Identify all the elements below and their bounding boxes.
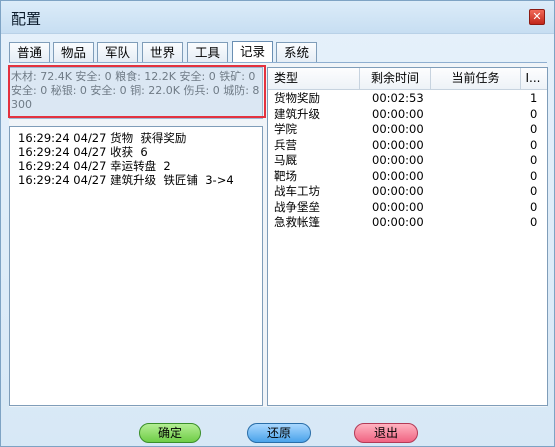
highlight-box bbox=[8, 65, 266, 118]
cell-time: 00:00:00 bbox=[372, 184, 424, 198]
tab-army[interactable]: 军队 bbox=[97, 42, 138, 62]
cell-type: 靶场 bbox=[274, 168, 297, 183]
ok-button[interactable]: 确定 bbox=[139, 423, 201, 443]
cell-count: 0 bbox=[530, 184, 538, 198]
title-bar: 配置 ✕ bbox=[1, 1, 554, 34]
cell-type: 兵营 bbox=[274, 137, 297, 152]
event-log[interactable]: 16:29:24 04/27 货物 获得奖励 16:29:24 04/27 收获… bbox=[9, 126, 263, 406]
table-body: 货物奖励 00:02:53 1 建筑升级 00:00:00 0 学院 00:00… bbox=[268, 90, 547, 230]
cell-time: 00:00:00 bbox=[372, 106, 424, 121]
config-window: 配置 ✕ 普通 物品 军队 世界 工具 记录 系统 木材: 72.4K 安全: … bbox=[0, 0, 555, 447]
task-table: 类型 剩余时间 当前任务 I... 货物奖励 00:02:53 1 建筑升级 0… bbox=[267, 67, 548, 406]
tab-records[interactable]: 记录 bbox=[232, 41, 273, 63]
cell-type: 学院 bbox=[274, 122, 297, 136]
table-row[interactable]: 学院 00:00:00 0 bbox=[268, 121, 547, 137]
cell-count: 0 bbox=[530, 137, 538, 152]
cell-type: 战车工坊 bbox=[274, 184, 320, 198]
cell-time: 00:00:00 bbox=[372, 153, 424, 167]
cell-type: 马厩 bbox=[274, 153, 297, 167]
column-header-type[interactable]: 类型 bbox=[268, 68, 360, 89]
cell-count: 0 bbox=[530, 199, 538, 214]
records-panel: 木材: 72.4K 安全: 0 粮食: 12.2K 安全: 0 铁矿: 0 安全… bbox=[8, 63, 548, 407]
column-header-count[interactable]: I... bbox=[521, 68, 545, 89]
tab-system[interactable]: 系统 bbox=[276, 42, 317, 62]
column-header-time[interactable]: 剩余时间 bbox=[360, 68, 431, 89]
tab-world[interactable]: 世界 bbox=[142, 42, 183, 62]
cell-time: 00:00:00 bbox=[372, 199, 424, 214]
log-entry: 16:29:24 04/27 建筑升级 铁匠铺 3->4 bbox=[18, 173, 234, 187]
close-icon[interactable]: ✕ bbox=[529, 9, 545, 25]
restore-button[interactable]: 还原 bbox=[247, 423, 311, 443]
table-row[interactable]: 战车工坊 00:00:00 0 bbox=[268, 183, 547, 199]
table-row[interactable]: 货物奖励 00:02:53 1 bbox=[268, 90, 547, 106]
cell-time: 00:00:00 bbox=[372, 122, 424, 136]
cell-type: 货物奖励 bbox=[274, 91, 320, 105]
table-row[interactable]: 建筑升级 00:00:00 0 bbox=[268, 106, 547, 122]
cell-count: 0 bbox=[530, 215, 538, 229]
cell-count: 0 bbox=[530, 122, 538, 136]
cell-type: 急救帐篷 bbox=[274, 215, 320, 229]
cell-time: 00:00:00 bbox=[372, 215, 424, 229]
cell-type: 建筑升级 bbox=[274, 106, 320, 121]
cell-time: 00:00:00 bbox=[372, 168, 424, 183]
log-entry: 16:29:24 04/27 货物 获得奖励 bbox=[18, 131, 187, 145]
cell-count: 0 bbox=[530, 168, 538, 183]
tab-tools[interactable]: 工具 bbox=[187, 42, 228, 62]
cell-type: 战争堡垒 bbox=[274, 199, 320, 214]
log-entry: 16:29:24 04/27 幸运转盘 2 bbox=[18, 159, 171, 173]
tab-items[interactable]: 物品 bbox=[53, 42, 94, 62]
column-header-task[interactable]: 当前任务 bbox=[431, 68, 521, 89]
cell-time: 00:00:00 bbox=[372, 137, 424, 152]
cell-time: 00:02:53 bbox=[372, 91, 424, 105]
window-title: 配置 bbox=[11, 10, 42, 28]
cell-count: 0 bbox=[530, 106, 538, 121]
cell-count: 1 bbox=[530, 91, 538, 105]
log-entry: 16:29:24 04/27 收获 6 bbox=[18, 145, 148, 159]
tab-general[interactable]: 普通 bbox=[9, 42, 50, 62]
table-row[interactable]: 兵营 00:00:00 0 bbox=[268, 137, 547, 153]
table-row[interactable]: 靶场 00:00:00 0 bbox=[268, 168, 547, 184]
table-row[interactable]: 战争堡垒 00:00:00 0 bbox=[268, 199, 547, 215]
table-row[interactable]: 急救帐篷 00:00:00 0 bbox=[268, 214, 547, 230]
cell-count: 0 bbox=[530, 153, 538, 167]
exit-button[interactable]: 退出 bbox=[354, 423, 418, 443]
table-header: 类型 剩余时间 当前任务 I... bbox=[268, 68, 547, 90]
table-row[interactable]: 马厩 00:00:00 0 bbox=[268, 152, 547, 168]
